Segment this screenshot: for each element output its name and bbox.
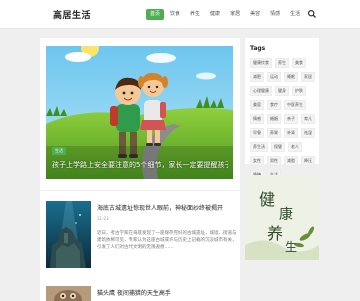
tag-link[interactable]: 食疗: [267, 100, 281, 110]
site-logo[interactable]: 高居生活: [53, 8, 91, 21]
tag-link[interactable]: 老人: [288, 142, 302, 152]
tag-link[interactable]: 减脂: [284, 156, 298, 166]
tag-link[interactable]: 祛湿: [301, 128, 315, 138]
featured-image[interactable]: 生活 孩子上学路上安全要注意的5个细节，家长一定要提醒孩子: [46, 46, 233, 179]
nav-item-wellness[interactable]: 养生: [186, 9, 204, 20]
article-title[interactable]: 猫头鹰 夜间捕猎的天生高手: [97, 288, 237, 297]
nav-item-beauty[interactable]: 美容: [246, 9, 264, 20]
tag-link[interactable]: 运动: [267, 72, 281, 82]
tag-link[interactable]: 减肥: [250, 72, 264, 82]
article-list: 海底古城遗址惊现世人眼前，神秘面纱终被揭开 11-23 近日，考古学家在海底发现…: [40, 190, 240, 301]
main-nav: 首页 饮食 养生 健康 家居 美容 情感 生活: [146, 8, 317, 20]
tag-link[interactable]: 心理健康: [250, 86, 272, 96]
article-excerpt: 近日，考古学家在海底发现了一座保存完好的古城遗址，城墙、街道与建筑依稀可见，专家…: [97, 231, 237, 250]
nav-item-health[interactable]: 健康: [206, 9, 224, 20]
tag-link[interactable]: 养生: [275, 58, 289, 68]
tag-cloud: 健康饮食 养生 美食减肥 运动 睡眠 家居心理健康 健身 护肤美容 食疗 中医养生情感 婚姻 亲子 育儿…: [250, 58, 318, 184]
featured-category-badge[interactable]: 生活: [52, 147, 66, 155]
svg-text:生: 生: [285, 240, 297, 254]
tag-link[interactable]: 婚姻: [267, 114, 281, 124]
tag-link[interactable]: 中医养生: [284, 100, 306, 110]
list-item[interactable]: 海底古城遗址惊现世人眼前，神秘面纱终被揭开 11-23 近日，考古学家在海底发现…: [46, 201, 237, 271]
tag-link[interactable]: 亲子: [284, 114, 298, 124]
nav-item-emotion[interactable]: 情感: [266, 9, 284, 20]
nav-item-diet[interactable]: 饮食: [166, 9, 184, 20]
svg-text:健: 健: [259, 190, 275, 209]
tag-link[interactable]: 养胃: [267, 128, 281, 138]
tag-link[interactable]: 护肤: [292, 86, 306, 96]
tags-title: Tags: [250, 45, 266, 52]
tag-link[interactable]: 健康饮食: [250, 58, 272, 68]
tag-link[interactable]: 睡眠: [284, 72, 298, 82]
tag-link[interactable]: 补肾: [284, 128, 298, 138]
nav-item-home[interactable]: 首页: [146, 8, 165, 20]
featured-card: 生活 孩子上学路上安全要注意的5个细节，家长一定要提醒孩子: [40, 38, 240, 190]
tag-link[interactable]: 美容: [250, 100, 264, 110]
tag-link[interactable]: 女性: [250, 156, 264, 166]
article-thumbnail[interactable]: [46, 201, 91, 268]
article-date: 11-23: [97, 216, 109, 221]
article-thumbnail[interactable]: [46, 286, 91, 301]
svg-text:养: 养: [267, 224, 283, 243]
list-item[interactable]: 猫头鹰 夜间捕猎的天生高手: [46, 286, 236, 301]
tag-link[interactable]: 美食: [292, 58, 306, 68]
tags-widget: Tags 健康饮食 养生 美食减肥 运动 睡眠 家居心理健康 健身 护肤美容 食疗 中医养生情感婚…: [245, 38, 319, 180]
article-title[interactable]: 海底古城遗址惊现世人眼前，神秘面纱终被揭开: [97, 203, 237, 212]
svg-text:康: 康: [279, 206, 293, 223]
tag-link[interactable]: 男性: [267, 156, 281, 166]
tag-link[interactable]: 家居: [301, 72, 315, 82]
tag-link[interactable]: 降压: [301, 156, 315, 166]
nav-item-life[interactable]: 生活: [286, 9, 304, 20]
search-icon[interactable]: [307, 9, 317, 19]
tag-link[interactable]: 养生汤: [250, 142, 268, 152]
sidebar-promo-image[interactable]: 健 康 养 生: [245, 175, 319, 260]
tag-link[interactable]: 健身: [275, 86, 289, 96]
tag-link[interactable]: 育儿: [301, 114, 315, 124]
tag-link[interactable]: 情感: [250, 114, 264, 124]
nav-item-home-living[interactable]: 家居: [226, 9, 244, 20]
tag-link[interactable]: 保健: [271, 142, 285, 152]
featured-title[interactable]: 孩子上学路上安全要注意的5个细节，家长一定要提醒孩子: [52, 160, 228, 170]
site-header: 高居生活 首页 饮食 养生 健康 家居 美容 情感 生活: [0, 0, 360, 29]
tag-link[interactable]: 早餐: [250, 128, 264, 138]
